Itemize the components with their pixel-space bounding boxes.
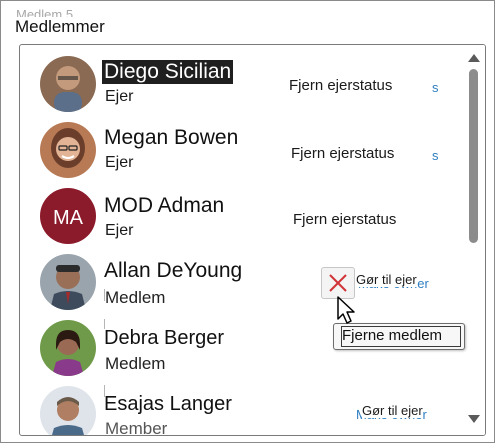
avatar bbox=[40, 320, 96, 376]
ghost-link-fragment: s bbox=[432, 148, 439, 163]
make-owner-button[interactable]: Gør til ejer bbox=[356, 272, 417, 287]
member-role: Ejer bbox=[105, 222, 134, 239]
mouse-pointer-icon bbox=[336, 295, 360, 330]
member-name: Esajas Langer bbox=[104, 393, 232, 415]
member-name: Megan Bowen bbox=[104, 126, 239, 149]
vertical-scrollbar[interactable] bbox=[463, 45, 485, 435]
member-role: Medlem bbox=[105, 354, 166, 373]
members-list-panel: Diego Sicilian Ejer Fjern ejerstatus s M… bbox=[19, 44, 486, 436]
member-name: Allan DeYoung bbox=[104, 259, 243, 282]
member-role: Medlem bbox=[105, 288, 166, 307]
avatar bbox=[40, 122, 96, 178]
list-item[interactable]: Megan Bowen Ejer Fjern ejerstatus s bbox=[20, 117, 460, 182]
avatar-initials: MA bbox=[53, 207, 84, 229]
list-item[interactable]: Allan DeYoung Medlem Make owner Gør til … bbox=[20, 249, 460, 314]
list-item[interactable]: MA MOD Adman Ejer Fjern ejerstatus bbox=[20, 183, 460, 248]
ghost-link-fragment: s bbox=[432, 80, 439, 95]
scroll-thumb[interactable] bbox=[469, 69, 478, 243]
scroll-down-arrow-icon[interactable] bbox=[468, 415, 480, 423]
list-item[interactable]: Esajas Langer Member Make owner Gør til … bbox=[20, 381, 460, 436]
member-role: Member bbox=[105, 419, 168, 436]
page-title: Medlemmer bbox=[15, 17, 109, 37]
member-name: MOD Adman bbox=[104, 194, 225, 217]
member-role: Ejer bbox=[105, 88, 134, 105]
list-item[interactable]: Diego Sicilian Ejer Fjern ejerstatus s bbox=[20, 51, 460, 116]
divider bbox=[104, 385, 105, 397]
avatar bbox=[40, 56, 96, 112]
close-icon bbox=[329, 274, 347, 292]
remove-owner-button[interactable]: Fjern ejerstatus bbox=[293, 211, 396, 228]
divider bbox=[104, 289, 105, 301]
members-window: Medlem 5 Medlemmer Diego Sicilian Ejer F… bbox=[0, 0, 495, 443]
scroll-up-arrow-icon[interactable] bbox=[468, 54, 480, 62]
avatar: MA bbox=[40, 188, 96, 244]
avatar bbox=[40, 254, 96, 310]
remove-owner-button[interactable]: Fjern ejerstatus bbox=[291, 145, 394, 162]
member-role: Ejer bbox=[105, 154, 134, 171]
make-owner-button[interactable]: Gør til ejer bbox=[362, 403, 423, 418]
remove-owner-button[interactable]: Fjern ejerstatus bbox=[289, 77, 392, 94]
avatar bbox=[40, 386, 96, 435]
member-name: Debra Berger bbox=[104, 327, 225, 349]
divider bbox=[104, 319, 105, 329]
member-name: Diego Sicilian bbox=[102, 60, 234, 84]
